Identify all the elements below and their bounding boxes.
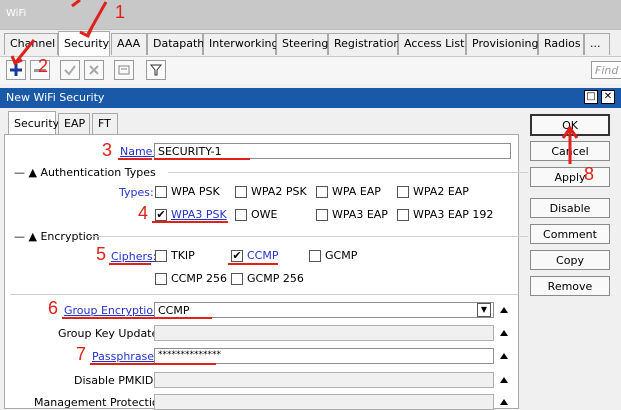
annotation-underline-name-value bbox=[154, 158, 250, 160]
annotation-number-1: 1 bbox=[115, 2, 126, 22]
annotation-number-6: 6 bbox=[48, 298, 59, 318]
annotation-number-8: 8 bbox=[584, 164, 595, 184]
annotation-overlay bbox=[10, 0, 579, 164]
annotation-number-2: 2 bbox=[38, 56, 49, 76]
annotation-number-4: 4 bbox=[138, 203, 149, 223]
annotation-arrowhead-1 bbox=[79, 26, 94, 39]
annotation-underline-ccmp bbox=[228, 263, 278, 265]
annotation-underline-passphrase bbox=[90, 363, 216, 365]
annotation-number-3: 3 bbox=[102, 140, 113, 160]
annotation-underline-name bbox=[118, 158, 152, 160]
annotation-underline-wpa3 bbox=[152, 221, 228, 223]
annotation-underline-ciphers bbox=[109, 263, 151, 265]
annotation-arrow-2 bbox=[14, 39, 36, 63]
annotation-arrow-top bbox=[71, 0, 81, 8]
annotation-underline-group-enc bbox=[62, 317, 212, 319]
annotation-number-7: 7 bbox=[76, 344, 87, 364]
annotation-number-5: 5 bbox=[96, 244, 107, 264]
